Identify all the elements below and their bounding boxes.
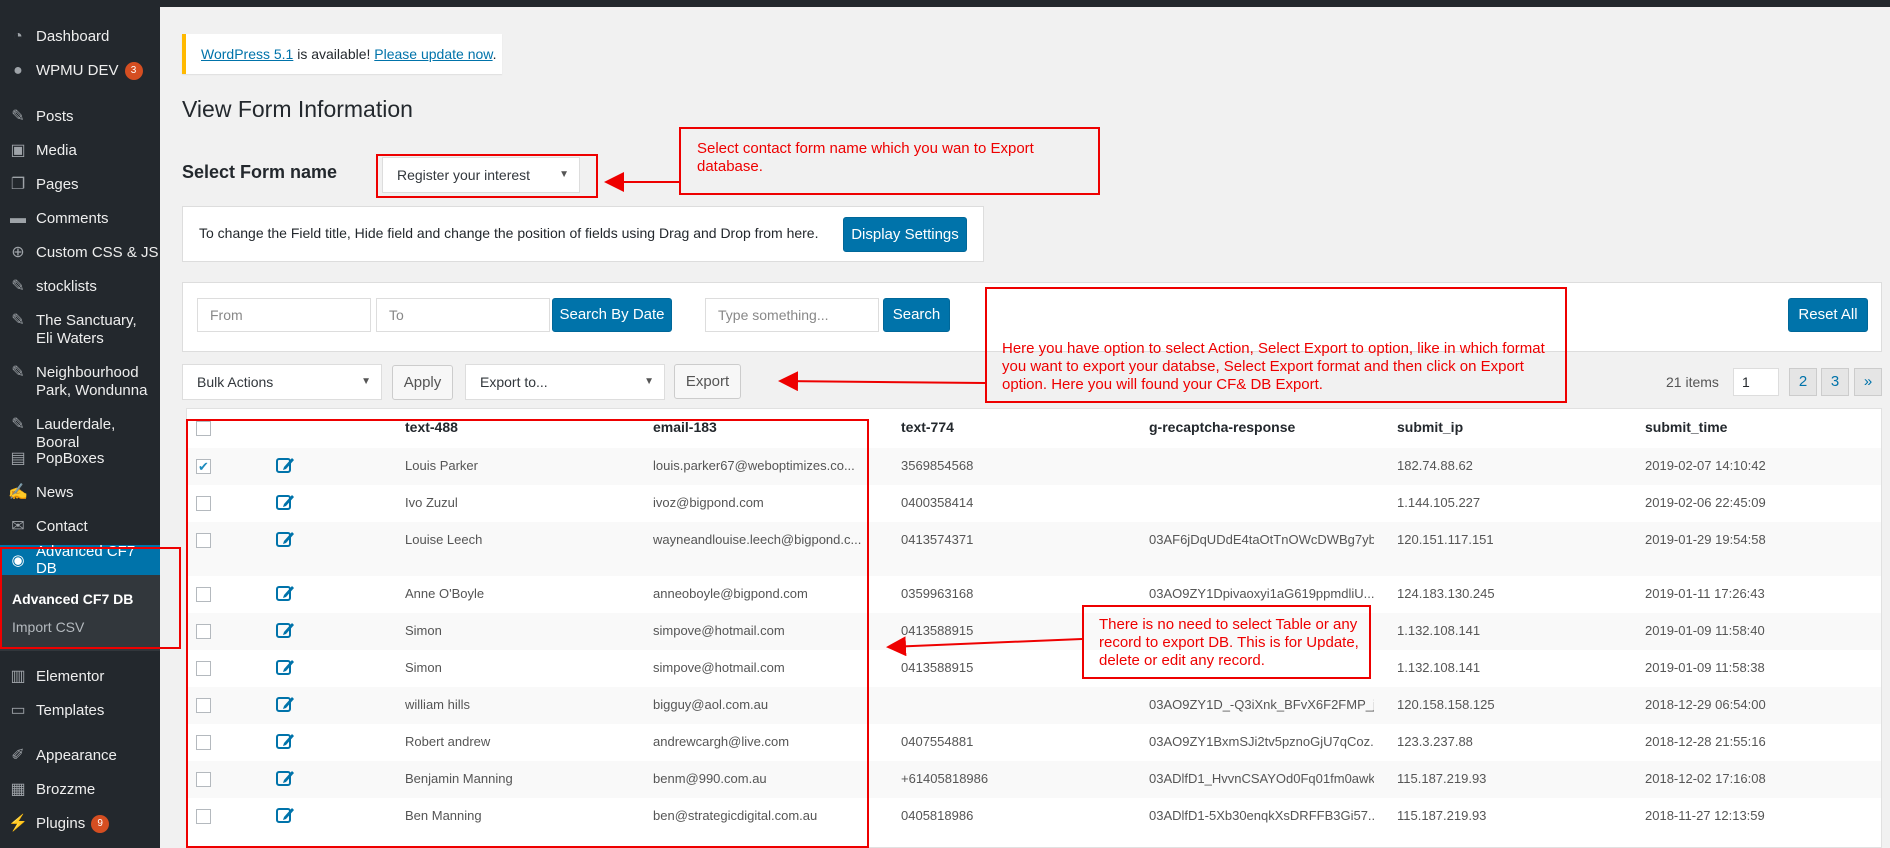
arrow-to-export	[778, 371, 986, 392]
annotation-arrows	[604, 172, 1083, 657]
arrow-to-table	[886, 636, 1083, 657]
